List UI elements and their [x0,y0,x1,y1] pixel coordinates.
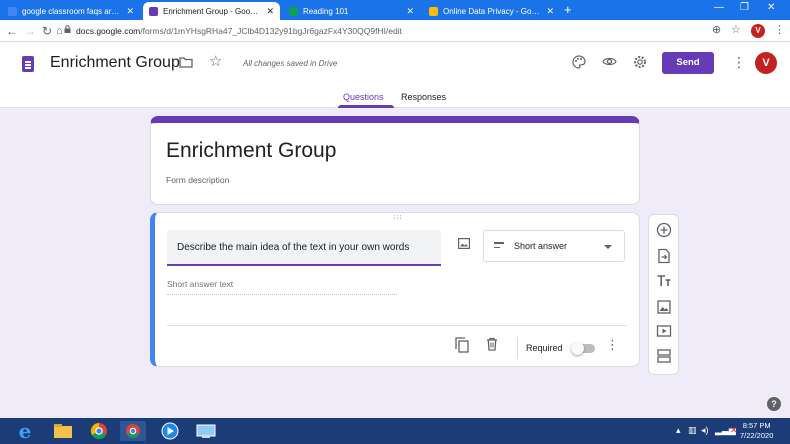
new-tab-button[interactable]: + [564,2,572,18]
star-icon[interactable]: ☆ [209,52,222,70]
form-title-card[interactable]: Enrichment Group Form description [150,116,640,205]
forward-icon[interactable]: → [24,23,36,39]
add-image-icon[interactable] [458,238,470,249]
chrome-icon[interactable] [86,421,112,441]
clock-time: 8:57 PM [742,421,771,430]
maximize-icon[interactable]: ❐ [740,2,749,13]
google-forms-logo-icon[interactable] [22,56,34,72]
back-icon[interactable]: ← [6,23,18,39]
duplicate-icon[interactable] [455,337,469,353]
slides-favicon-icon [429,6,438,16]
browser-tab-strip: google classroom faqs article.do ✕ Enric… [0,0,790,20]
browser-tab-enrichment[interactable]: Enrichment Group - Google Form ✕ [143,2,280,20]
forms-favicon-icon [149,6,158,16]
settings-gear-icon[interactable] [633,55,647,69]
media-player-icon[interactable] [157,421,183,441]
save-status: All changes saved in Drive [243,59,338,68]
account-avatar[interactable]: V [755,52,777,74]
close-window-icon[interactable]: ✕ [767,2,775,13]
docs-favicon-icon [8,6,17,16]
close-tab-icon[interactable]: ✕ [126,6,134,17]
required-toggle[interactable] [571,342,595,355]
lock-icon[interactable] [64,25,71,33]
reload-icon[interactable]: ↻ [42,23,52,39]
import-questions-icon[interactable] [656,248,672,264]
taskbar-clock[interactable]: 8:57 PM 7/22/2020 [740,421,773,441]
close-tab-icon[interactable]: ✕ [406,6,414,17]
svg-text:e: e [19,421,32,441]
doc-title[interactable]: Enrichment Group [50,54,180,72]
form-description-input[interactable]: Form description [166,175,229,185]
chrome-profile-avatar[interactable]: V [751,24,765,38]
help-icon[interactable]: ? [767,397,781,411]
active-tab-indicator [338,105,394,108]
more-options-icon[interactable]: ⋮ [732,54,746,71]
classroom-favicon-icon [289,6,298,16]
home-icon[interactable]: ⌂ [56,23,63,39]
close-tab-icon[interactable]: ✕ [546,6,554,17]
drag-handle-icon[interactable]: ⁝⁝⁝ [393,214,403,222]
add-question-icon[interactable] [656,222,672,238]
short-answer-icon [494,242,504,251]
browser-tab-reading[interactable]: Reading 101 ✕ [283,2,420,20]
preview-eye-icon[interactable] [602,56,617,67]
tray-arrow-icon[interactable]: ▴ [676,425,681,436]
volume-icon[interactable]: ◂) [701,425,709,436]
question-type-dropdown[interactable]: Short answer [483,230,625,262]
add-section-icon[interactable] [656,348,672,364]
file-explorer-icon[interactable] [50,421,76,441]
remote-desktop-icon[interactable] [193,421,219,441]
zoom-icon[interactable]: ⊕ [712,23,721,36]
form-title[interactable]: Enrichment Group [166,139,336,163]
browser-tab-faqs[interactable]: google classroom faqs article.do ✕ [2,2,140,20]
toggle-knob [571,342,584,355]
delete-trash-icon[interactable] [486,337,498,351]
palette-icon[interactable] [572,55,586,69]
required-label: Required [526,343,563,353]
side-toolbar [648,214,679,375]
chrome-menu-icon[interactable]: ⋮ [774,23,785,36]
add-image-icon[interactable] [656,299,672,315]
internet-explorer-icon[interactable]: e [12,421,38,441]
address-bar: ← → ↻ ⌂ docs.google.com/forms/d/1mYHsgRH… [0,20,790,42]
question-footer-divider [167,325,627,326]
minimize-icon[interactable]: — [714,2,724,13]
add-video-icon[interactable] [656,323,672,339]
send-button[interactable]: Send [662,52,714,74]
question-more-options-icon[interactable]: ⋮ [606,337,619,353]
folder-icon[interactable] [179,57,193,68]
bookmark-star-icon[interactable]: ☆ [731,23,741,36]
notification-flag-icon[interactable]: ✕ [730,425,738,436]
tab-questions[interactable]: Questions [343,92,384,102]
short-answer-placeholder: Short answer text [167,279,234,289]
url-field[interactable]: docs.google.com/forms/d/1mYHsgRHa47_JClb… [76,24,402,38]
tab-responses[interactable]: Responses [401,92,446,102]
answer-underline [167,294,397,295]
clock-date: 7/22/2020 [740,431,774,440]
footer-vertical-divider [517,337,518,359]
chrome-active-window-icon[interactable] [120,421,146,441]
forms-header: Enrichment Group ☆ All changes saved in … [0,42,790,108]
question-card[interactable]: ⁝⁝⁝ Describe the main idea of the text i… [150,212,640,367]
browser-tab-privacy[interactable]: Online Data Privacy - Google Sli ✕ [423,2,560,20]
dropdown-caret-icon [604,245,612,249]
question-title-input[interactable]: Describe the main idea of the text in yo… [167,230,441,266]
add-title-icon[interactable] [656,273,672,289]
close-tab-icon[interactable]: ✕ [266,6,274,17]
windows-taskbar: e ▴ ▥ ◂) ▂▃▅ ✕ 8:57 PM 7/22/2020 [0,418,790,444]
network-icon[interactable]: ▥ [688,425,697,436]
